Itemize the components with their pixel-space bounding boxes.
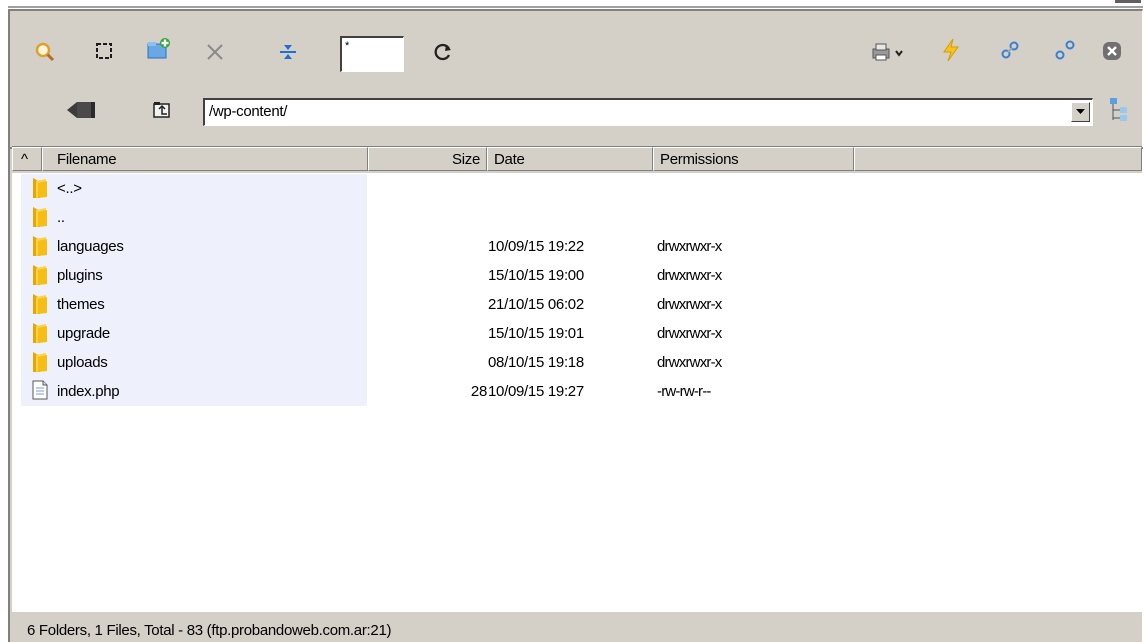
folder-icon — [30, 263, 50, 287]
disconnect-icon[interactable] — [1050, 35, 1080, 65]
item-name: .. — [57, 209, 65, 226]
item-name: plugins — [57, 267, 103, 284]
list-item[interactable]: <..> — [12, 174, 1142, 203]
folder-icon — [30, 321, 50, 345]
path-combobox[interactable]: /wp-content/ — [203, 98, 1093, 126]
column-header-empty — [854, 147, 1142, 171]
connect-icon[interactable] — [995, 35, 1025, 65]
item-date: 15/10/15 19:00 — [488, 267, 584, 284]
list-item[interactable]: uploads 08/10/15 19:18 drwxrwxr-x — [12, 348, 1142, 377]
folder-icon — [30, 234, 50, 258]
item-name: index.php — [57, 383, 120, 400]
sort-indicator[interactable]: ^ — [12, 147, 42, 171]
select-icon[interactable] — [89, 36, 119, 66]
column-header-date[interactable]: Date — [487, 147, 653, 171]
back-icon[interactable] — [62, 95, 102, 125]
item-name: themes — [57, 296, 105, 313]
file-list: ^ Filename Size Date Permissions <..>.. l… — [12, 146, 1142, 612]
chevron-down-icon — [1076, 109, 1085, 114]
item-permissions: drwxrwxr-x — [657, 325, 722, 342]
folder-icon — [30, 176, 50, 200]
close-icon[interactable] — [1097, 36, 1127, 66]
item-date: 21/10/15 06:02 — [488, 296, 584, 313]
path-value: /wp-content/ — [209, 103, 288, 120]
filter-input[interactable]: * — [340, 36, 404, 72]
list-item[interactable]: plugins 15/10/15 19:00 drwxrwxr-x — [12, 261, 1142, 290]
list-item[interactable]: themes 21/10/15 06:02 drwxrwxr-x — [12, 290, 1142, 319]
item-date: 10/09/15 19:22 — [488, 238, 584, 255]
column-header-permissions[interactable]: Permissions — [653, 147, 854, 171]
tree-view-icon[interactable] — [1104, 95, 1134, 125]
list-item[interactable]: upgrade 15/10/15 19:01 drwxrwxr-x — [12, 319, 1142, 348]
list-item[interactable]: index.php 28 10/09/15 19:27 -rw-rw-r-- — [12, 377, 1142, 406]
item-date: 10/09/15 19:27 — [488, 383, 584, 400]
item-permissions: drwxrwxr-x — [657, 354, 722, 371]
split-icon[interactable] — [273, 37, 303, 67]
item-permissions: drwxrwxr-x — [657, 267, 722, 284]
list-item[interactable]: .. — [12, 203, 1142, 232]
item-name: languages — [57, 238, 124, 255]
window-corner-bar — [1115, 0, 1141, 3]
item-permissions: drwxrwxr-x — [657, 296, 722, 313]
item-size: 28 — [470, 383, 487, 400]
item-date: 08/10/15 19:18 — [488, 354, 584, 371]
column-header-filename[interactable]: Filename — [42, 147, 368, 171]
list-item[interactable]: languages 10/09/15 19:22 drwxrwxr-x — [12, 232, 1142, 261]
item-name: <..> — [57, 180, 82, 197]
refresh-icon[interactable] — [428, 37, 458, 67]
file-icon — [32, 380, 48, 400]
list-header: ^ Filename Size Date Permissions — [12, 147, 1142, 173]
item-permissions: drwxrwxr-x — [657, 238, 722, 255]
search-icon[interactable] — [30, 37, 60, 67]
lightning-icon[interactable] — [936, 35, 966, 65]
item-name: uploads — [57, 354, 108, 371]
status-bar: 6 Folders, 1 Files, Total - 83 (ftp.prob… — [27, 622, 392, 639]
new-folder-icon[interactable] — [144, 34, 174, 64]
folder-icon — [30, 205, 50, 229]
parent-folder-icon[interactable] — [147, 95, 177, 125]
folder-icon — [30, 350, 50, 374]
item-permissions: -rw-rw-r-- — [657, 383, 711, 400]
item-name: upgrade — [57, 325, 110, 342]
path-dropdown-button[interactable] — [1071, 102, 1090, 122]
item-date: 15/10/15 19:01 — [488, 325, 584, 342]
top-rule — [8, 6, 1143, 8]
column-header-size[interactable]: Size — [368, 147, 487, 171]
folder-icon — [30, 292, 50, 316]
delete-icon[interactable] — [200, 37, 230, 67]
printer-icon[interactable] — [868, 37, 912, 67]
